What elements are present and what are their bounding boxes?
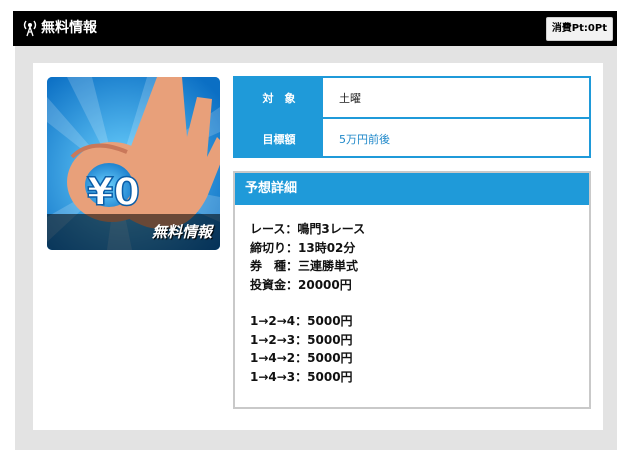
points-badge: 消費Pt:0Pt xyxy=(545,17,613,41)
info-value: 土曜 xyxy=(339,91,361,105)
antenna-icon xyxy=(23,20,37,37)
info-row-target: 対 象 土曜 xyxy=(235,78,589,119)
info-table: 対 象 土曜 目標額 5万円前後 xyxy=(233,76,591,158)
detail-line: 券 種：三連勝単式 xyxy=(250,259,359,273)
page-title: 無料情報 xyxy=(41,20,97,36)
info-key: 目標額 xyxy=(235,119,323,158)
info-value: 5万円前後 xyxy=(339,132,390,146)
bet-line: 1→4→3：5000円 xyxy=(250,369,353,384)
thumbnail-label: 無料情報 xyxy=(151,223,212,241)
yen-zero-text: ¥0 xyxy=(87,170,140,214)
info-key: 対 象 xyxy=(235,78,323,117)
header-bar: 無料情報 消費Pt:0Pt xyxy=(13,11,617,46)
detail-heading: 予想詳細 xyxy=(235,173,589,205)
free-info-thumbnail: ¥0 無料情報 xyxy=(47,77,220,250)
info-row-goal: 目標額 5万円前後 xyxy=(235,119,589,158)
detail-line: 締切り：13時02分 xyxy=(250,240,356,255)
bet-line: 1→2→4：5000円 xyxy=(250,314,353,328)
prediction-detail-box: 予想詳細 レース：鳴門3レース 締切り：13時02分 券 種：三連勝単式 投資金… xyxy=(233,171,591,409)
bet-line: 1→2→3：5000円 xyxy=(250,332,353,347)
detail-line: 投資金：20000円 xyxy=(250,277,352,292)
detail-body: レース：鳴門3レース 締切り：13時02分 券 種：三連勝単式 投資金：2000… xyxy=(250,220,365,386)
bet-line: 1→4→2：5000円 xyxy=(250,351,353,365)
detail-line: レース：鳴門3レース xyxy=(250,222,366,236)
